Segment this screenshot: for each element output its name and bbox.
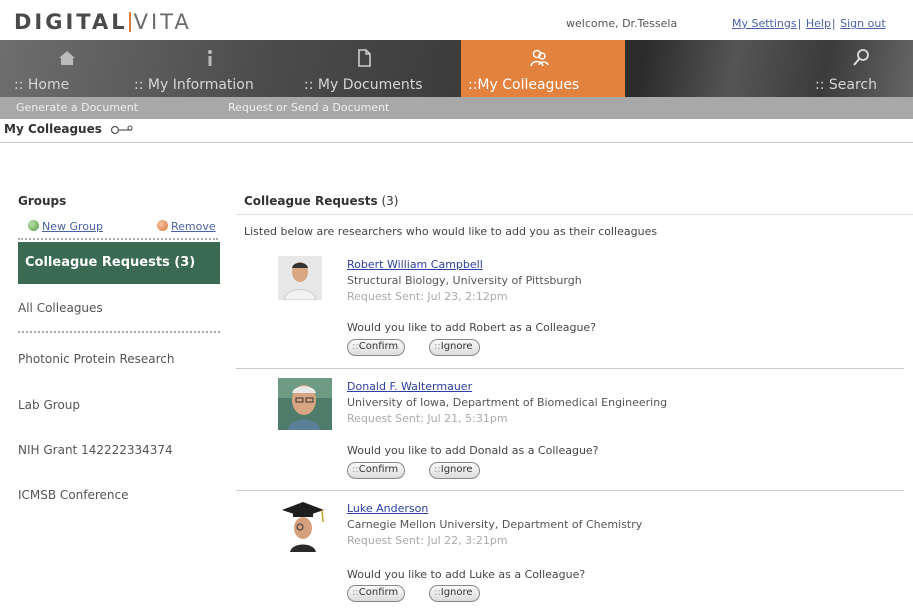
top-links: My Settings| Help| Sign out bbox=[732, 17, 886, 30]
colleague-name-link[interactable]: Robert William Campbell bbox=[347, 258, 483, 271]
my-settings-link[interactable]: My Settings bbox=[732, 17, 797, 30]
add-icon bbox=[28, 220, 39, 231]
logo-separator bbox=[128, 12, 131, 32]
nav-search-label: :: Search bbox=[815, 77, 877, 93]
nav-my-documents[interactable]: :: My Documents bbox=[290, 40, 450, 97]
heading-divider bbox=[236, 214, 913, 215]
intro-text: Listed below are researchers who would l… bbox=[244, 225, 658, 238]
help-link[interactable]: Help bbox=[806, 17, 831, 30]
confirm-button[interactable]: ::Confirm bbox=[347, 339, 406, 356]
request-send-document-link[interactable]: Request or Send a Document bbox=[228, 101, 389, 114]
generate-document-link[interactable]: Generate a Document bbox=[16, 101, 138, 114]
sidebar-item-all-colleagues[interactable]: All Colleagues bbox=[18, 301, 220, 315]
request-sent-date: Request Sent: Jul 21, 5:31pm bbox=[347, 412, 508, 425]
page-title-text: My Colleagues bbox=[4, 122, 102, 136]
key-icon bbox=[110, 124, 133, 134]
remove-icon bbox=[157, 220, 168, 231]
ignore-button[interactable]: ::Ignore bbox=[429, 462, 480, 479]
colleague-affiliation: Structural Biology, University of Pittsb… bbox=[347, 274, 582, 287]
avatar[interactable] bbox=[278, 256, 322, 300]
confirm-button[interactable]: ::Confirm bbox=[347, 462, 406, 479]
title-divider bbox=[0, 142, 913, 143]
new-group-link[interactable]: New Group bbox=[28, 220, 103, 233]
colleague-name-link[interactable]: Luke Anderson bbox=[347, 502, 428, 515]
page-title: My Colleagues bbox=[4, 122, 136, 136]
sidebar-item-nih-grant[interactable]: NIH Grant 142222334374 bbox=[18, 443, 220, 457]
search-icon bbox=[853, 49, 869, 66]
group-actions: New Group Remove bbox=[18, 218, 218, 240]
nav-home[interactable]: :: Home bbox=[0, 40, 120, 97]
request-divider bbox=[236, 368, 904, 369]
nav-my-documents-label: :: My Documents bbox=[304, 77, 423, 93]
colleagues-icon bbox=[530, 49, 549, 67]
top-bar: DIGITAL VITA welcome, Dr.Tessela My Setti… bbox=[0, 0, 913, 40]
add-question: Would you like to add Donald as a Collea… bbox=[347, 444, 599, 457]
nav-my-colleagues[interactable]: ::My Colleagues bbox=[461, 40, 625, 97]
link-divider: | bbox=[797, 17, 802, 30]
welcome-text: welcome, Dr.Tessela bbox=[566, 17, 678, 30]
request-item: Luke Anderson Carnegie Mellon University… bbox=[236, 500, 913, 610]
logo[interactable]: DIGITAL VITA bbox=[14, 10, 192, 34]
request-sent-date: Request Sent: Jul 22, 3:21pm bbox=[347, 534, 508, 547]
home-icon bbox=[59, 51, 75, 65]
nav-my-colleagues-label: ::My Colleagues bbox=[468, 77, 580, 93]
link-divider: | bbox=[831, 17, 836, 30]
logo-part2: VITA bbox=[133, 10, 192, 34]
add-question: Would you like to add Luke as a Colleagu… bbox=[347, 568, 586, 581]
heading-text: Colleague Requests bbox=[244, 194, 378, 208]
sidebar-divider bbox=[18, 331, 220, 333]
nav-search[interactable]: :: Search bbox=[800, 40, 913, 97]
colleague-affiliation: University of Iowa, Department of Biomed… bbox=[347, 396, 668, 409]
request-item: Robert William Campbell Structural Biolo… bbox=[236, 256, 913, 366]
info-icon bbox=[208, 50, 212, 66]
confirm-button[interactable]: ::Confirm bbox=[347, 585, 406, 602]
ignore-button[interactable]: ::Ignore bbox=[429, 339, 480, 356]
sidebar-item-colleague-requests[interactable]: Colleague Requests (3) bbox=[18, 242, 220, 284]
sidebar-item-photonic-protein-research[interactable]: Photonic Protein Research bbox=[18, 352, 220, 366]
remove-label: Remove bbox=[171, 220, 216, 233]
add-question: Would you like to add Robert as a Collea… bbox=[347, 321, 597, 334]
avatar[interactable] bbox=[278, 500, 328, 552]
request-divider bbox=[236, 490, 904, 491]
sign-out-link[interactable]: Sign out bbox=[840, 17, 886, 30]
remove-group-link[interactable]: Remove bbox=[157, 220, 216, 233]
sidebar-item-lab-group[interactable]: Lab Group bbox=[18, 398, 220, 412]
avatar[interactable] bbox=[278, 378, 332, 430]
request-item: Donald F. Waltermauer University of Iowa… bbox=[236, 378, 913, 488]
request-sent-date: Request Sent: Jul 23, 2:12pm bbox=[347, 290, 508, 303]
nav-my-information[interactable]: :: My Information bbox=[120, 40, 270, 97]
logo-part1: DIGITAL bbox=[14, 10, 128, 34]
sidebar-item-icmsb-conference[interactable]: ICMSB Conference bbox=[18, 488, 220, 502]
colleague-name-link[interactable]: Donald F. Waltermauer bbox=[347, 380, 472, 393]
nav-home-label: :: Home bbox=[14, 77, 70, 93]
sub-nav: Generate a Document Request or Send a Do… bbox=[0, 97, 913, 119]
ignore-button[interactable]: ::Ignore bbox=[429, 585, 480, 602]
new-group-label: New Group bbox=[42, 220, 103, 233]
request-count: (3) bbox=[381, 194, 399, 208]
document-icon bbox=[358, 49, 371, 67]
main-nav: :: Home :: My Information :: My Document… bbox=[0, 40, 913, 97]
groups-heading: Groups bbox=[18, 194, 67, 208]
nav-my-information-label: :: My Information bbox=[134, 77, 254, 93]
colleague-affiliation: Carnegie Mellon University, Department o… bbox=[347, 518, 643, 531]
colleague-requests-heading: Colleague Requests (3) bbox=[244, 194, 398, 208]
